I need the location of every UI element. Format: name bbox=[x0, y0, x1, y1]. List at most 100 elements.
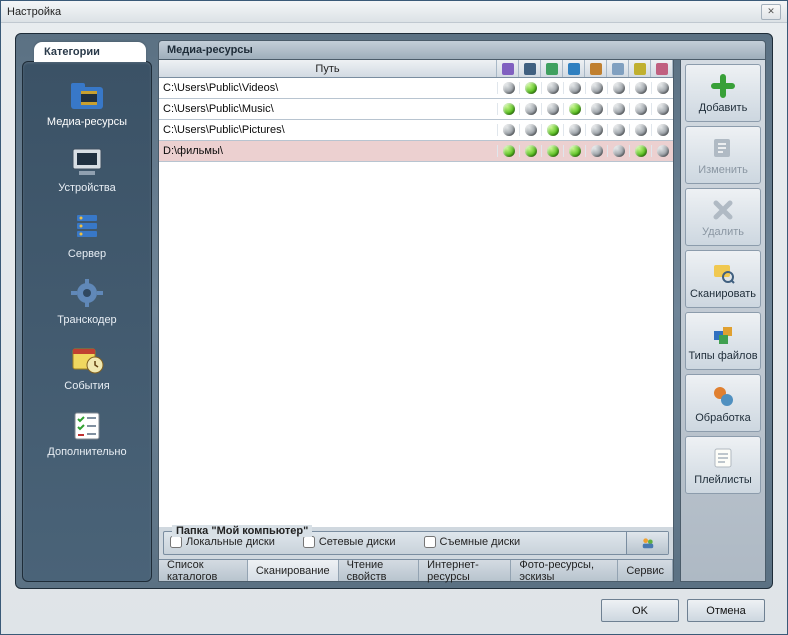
cell-toggle[interactable] bbox=[629, 145, 651, 157]
action-button-scan[interactable]: Сканировать bbox=[685, 250, 761, 308]
tab-3[interactable]: Интернет-ресурсы bbox=[419, 560, 511, 581]
status-dot-off bbox=[657, 82, 669, 94]
status-dot-off bbox=[591, 145, 603, 157]
cell-toggle[interactable] bbox=[563, 103, 585, 115]
cell-path: C:\Users\Public\Pictures\ bbox=[159, 124, 497, 136]
content-column: Медиа-ресурсы Путь C:\Users\Public\Video… bbox=[158, 40, 766, 582]
cell-toggle[interactable] bbox=[585, 124, 607, 136]
cell-toggle[interactable] bbox=[497, 103, 519, 115]
cell-toggle[interactable] bbox=[585, 82, 607, 94]
checkbox-input[interactable] bbox=[424, 536, 436, 548]
cell-toggle[interactable] bbox=[607, 103, 629, 115]
table-row[interactable]: C:\Users\Public\Music\ bbox=[159, 99, 673, 120]
tab-1[interactable]: Сканирование bbox=[248, 560, 339, 581]
cell-toggle[interactable] bbox=[519, 145, 541, 157]
cell-toggle[interactable] bbox=[519, 103, 541, 115]
status-dot-off bbox=[635, 124, 647, 136]
cell-toggle[interactable] bbox=[651, 124, 673, 136]
checkbox-input[interactable] bbox=[170, 536, 182, 548]
sidebar-item-0[interactable]: Медиа-ресурсы bbox=[27, 72, 147, 132]
column-header-misc-icon[interactable] bbox=[651, 60, 673, 77]
column-header-globe-icon[interactable] bbox=[563, 60, 585, 77]
column-header-cloud-icon[interactable] bbox=[607, 60, 629, 77]
cell-path: C:\Users\Public\Music\ bbox=[159, 103, 497, 115]
table-row[interactable]: D:\фильмы\ bbox=[159, 141, 673, 162]
sidebar-item-label: Дополнительно bbox=[47, 446, 126, 458]
status-dot-on bbox=[525, 82, 537, 94]
status-dot-off bbox=[525, 103, 537, 115]
sidebar-item-2[interactable]: Сервер bbox=[27, 204, 147, 264]
action-button-playlist[interactable]: Плейлисты bbox=[685, 436, 761, 494]
cell-toggle[interactable] bbox=[651, 145, 673, 157]
sidebar-item-4[interactable]: События bbox=[27, 336, 147, 396]
tab-5[interactable]: Сервис bbox=[618, 560, 673, 581]
column-header-speaker-icon[interactable] bbox=[585, 60, 607, 77]
cell-toggle[interactable] bbox=[629, 82, 651, 94]
sidebar-item-3[interactable]: Транскодер bbox=[27, 270, 147, 330]
cell-toggle[interactable] bbox=[497, 124, 519, 136]
column-header-cube-icon[interactable] bbox=[629, 60, 651, 77]
cell-toggle[interactable] bbox=[541, 82, 563, 94]
cell-toggle[interactable] bbox=[585, 103, 607, 115]
checkbox-0[interactable]: Локальные диски bbox=[170, 536, 275, 548]
cancel-button[interactable]: Отмена bbox=[687, 599, 765, 622]
sidebar-item-5[interactable]: Дополнительно bbox=[27, 402, 147, 462]
bottom-tabs: Список каталоговСканированиеЧтение свойс… bbox=[159, 559, 673, 581]
action-button-plus[interactable]: Добавить bbox=[685, 64, 761, 122]
status-dot-off bbox=[569, 124, 581, 136]
cell-toggle[interactable] bbox=[651, 103, 673, 115]
column-header-image-icon[interactable] bbox=[541, 60, 563, 77]
cell-toggle[interactable] bbox=[629, 124, 651, 136]
titlebar: Настройка ✕ bbox=[1, 1, 787, 23]
cell-toggle[interactable] bbox=[629, 103, 651, 115]
column-header-music-icon[interactable] bbox=[497, 60, 519, 77]
checkbox-label: Сетевые диски bbox=[319, 536, 396, 548]
status-dot-on bbox=[503, 145, 515, 157]
cell-toggle[interactable] bbox=[519, 124, 541, 136]
status-dot-off bbox=[525, 124, 537, 136]
cell-toggle[interactable] bbox=[607, 82, 629, 94]
cell-toggle[interactable] bbox=[541, 103, 563, 115]
column-header-path[interactable]: Путь bbox=[159, 60, 497, 77]
status-dot-on bbox=[525, 145, 537, 157]
cell-toggle[interactable] bbox=[563, 124, 585, 136]
tab-2[interactable]: Чтение свойств bbox=[339, 560, 420, 581]
close-button[interactable]: ✕ bbox=[761, 4, 781, 20]
calendar-clock-icon bbox=[66, 340, 108, 378]
cell-toggle[interactable] bbox=[519, 82, 541, 94]
cell-toggle[interactable] bbox=[585, 145, 607, 157]
checkbox-input[interactable] bbox=[303, 536, 315, 548]
sidebar-item-1[interactable]: Устройства bbox=[27, 138, 147, 198]
tab-4[interactable]: Фото-ресурсы, эскизы bbox=[511, 560, 618, 581]
cell-toggle[interactable] bbox=[607, 124, 629, 136]
status-dot-off bbox=[547, 103, 559, 115]
cell-toggle[interactable] bbox=[563, 82, 585, 94]
sidebar-item-label: События bbox=[64, 380, 109, 392]
action-button-filetypes[interactable]: Типы файлов bbox=[685, 312, 761, 370]
browse-users-button[interactable] bbox=[626, 532, 668, 554]
checkbox-1[interactable]: Сетевые диски bbox=[303, 536, 396, 548]
sidebar-item-label: Устройства bbox=[58, 182, 116, 194]
cell-toggle[interactable] bbox=[541, 145, 563, 157]
cell-toggle[interactable] bbox=[607, 145, 629, 157]
tab-0[interactable]: Список каталогов bbox=[159, 560, 248, 581]
checkbox-row: Локальные диски Сетевые диски Съемные диск… bbox=[170, 536, 662, 548]
table-row[interactable]: C:\Users\Public\Videos\ bbox=[159, 78, 673, 99]
settings-window: Настройка ✕ Категории Медиа-ресурсыУстро… bbox=[0, 0, 788, 635]
column-header-video-icon[interactable] bbox=[519, 60, 541, 77]
action-button-delete: Удалить bbox=[685, 188, 761, 246]
checkbox-2[interactable]: Съемные диски bbox=[424, 536, 521, 548]
action-button-process[interactable]: Обработка bbox=[685, 374, 761, 432]
cell-toggle[interactable] bbox=[563, 145, 585, 157]
ok-button[interactable]: OK bbox=[601, 599, 679, 622]
checkbox-label: Локальные диски bbox=[186, 536, 275, 548]
cell-path: D:\фильмы\ bbox=[159, 145, 497, 157]
content-body: Путь C:\Users\Public\Videos\ C:\Users\Pub… bbox=[158, 60, 766, 582]
cell-toggle[interactable] bbox=[541, 124, 563, 136]
status-dot-off bbox=[591, 103, 603, 115]
table-row[interactable]: C:\Users\Public\Pictures\ bbox=[159, 120, 673, 141]
cell-toggle[interactable] bbox=[651, 82, 673, 94]
cell-toggle[interactable] bbox=[497, 82, 519, 94]
status-dot-off bbox=[657, 124, 669, 136]
cell-toggle[interactable] bbox=[497, 145, 519, 157]
